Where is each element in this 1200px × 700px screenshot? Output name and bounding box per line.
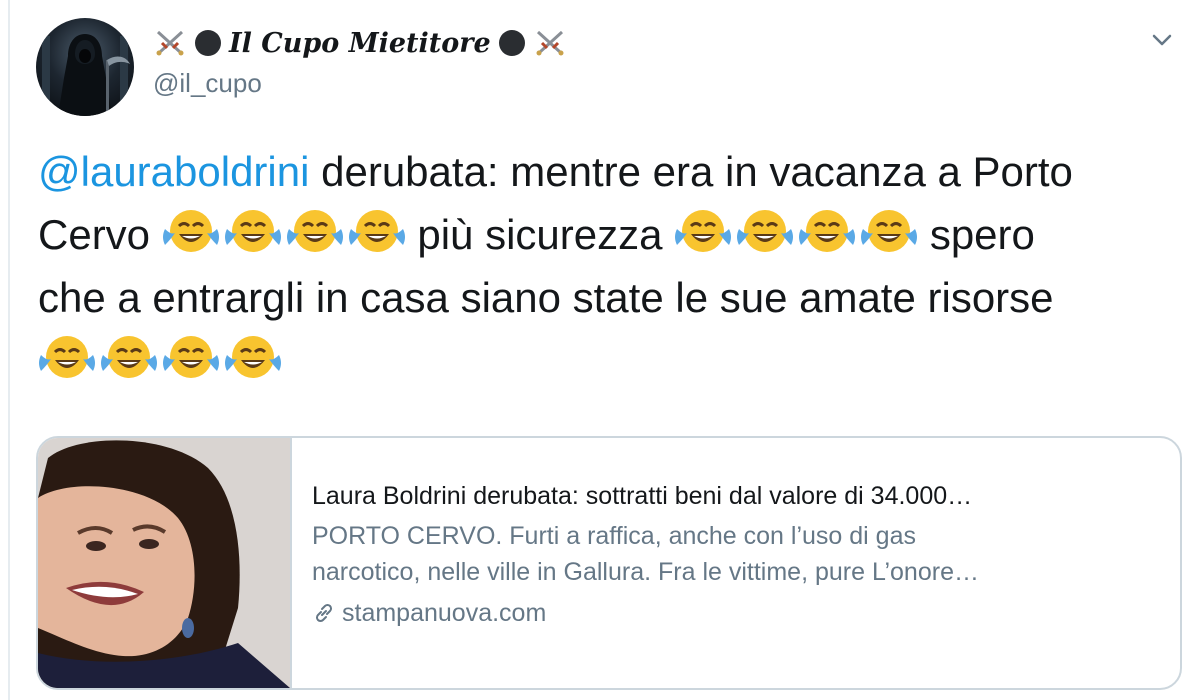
face-with-tears-of-joy-icon (225, 336, 281, 378)
card-description: PORTO CERVO. Furti a raffica, anche con … (312, 518, 1158, 590)
tweet-line-3: che a entrargli in casa siano state le s… (38, 274, 1054, 321)
face-with-tears-of-joy-icon (224, 210, 281, 252)
face-with-tears-of-joy-icon (163, 336, 219, 378)
emoji-group (38, 331, 282, 383)
chevron-down-icon[interactable] (1149, 30, 1175, 50)
mention-link[interactable]: @lauraboldrini (38, 148, 309, 195)
link-icon (315, 603, 333, 623)
card-domain[interactable]: stampanuova.com (312, 596, 1158, 630)
face-with-tears-of-joy-icon (39, 336, 95, 378)
tweet-text-segment: spero (918, 211, 1035, 258)
emoji-group (674, 205, 918, 257)
face-with-tears-of-joy-icon (861, 210, 918, 252)
face-with-tears-of-joy-icon (348, 210, 405, 252)
face-with-tears-of-joy-icon (675, 210, 732, 252)
tweet-line-4 (38, 329, 1188, 392)
tweet-line-1: @lauraboldrini derubata: mentre era in v… (38, 140, 1188, 203)
emoji-group (162, 205, 406, 257)
tweet[interactable]: Il Cupo Mietitore @il_cupo @lauraboldrin… (0, 0, 1200, 700)
tweet-line-2: Cervo più sicurezza spero (38, 203, 1188, 266)
crossed-swords-icon (536, 30, 564, 56)
crossed-swords-icon (156, 30, 184, 56)
face-with-tears-of-joy-icon (737, 210, 794, 252)
tweet-header: Il Cupo Mietitore @il_cupo (153, 24, 567, 99)
card-description-line: narcotico, nelle ville in Gallura. Fra l… (312, 558, 979, 586)
tweet-text-segment: più sicurezza (405, 211, 675, 258)
card-description-line: PORTO CERVO. Furti a raffica, anche con … (312, 522, 916, 550)
tweet-text-segment: derubata: mentre era in vacanza a Porto (309, 148, 1073, 195)
article-photo[interactable] (38, 438, 292, 688)
avatar[interactable] (36, 18, 134, 116)
display-name[interactable]: Il Cupo Mietitore (153, 24, 567, 62)
tweet-text: @lauraboldrini derubata: mentre era in v… (38, 140, 1188, 392)
user-handle[interactable]: @il_cupo (153, 68, 567, 99)
tweet-text-segment: Cervo (38, 211, 162, 258)
display-name-text: Il Cupo Mietitore (229, 27, 491, 59)
card-domain-text: stampanuova.com (342, 599, 547, 627)
black-circle-icon (498, 30, 525, 56)
face-with-tears-of-joy-icon (799, 210, 856, 252)
link-preview-card[interactable]: Laura Boldrini derubata: sottratti beni … (36, 436, 1182, 690)
card-body: Laura Boldrini derubata: sottratti beni … (312, 478, 1158, 630)
face-with-tears-of-joy-icon (101, 336, 157, 378)
face-with-tears-of-joy-icon (286, 210, 343, 252)
black-circle-icon (195, 30, 221, 56)
face-with-tears-of-joy-icon (162, 210, 219, 252)
card-title[interactable]: Laura Boldrini derubata: sottratti beni … (312, 478, 1158, 514)
